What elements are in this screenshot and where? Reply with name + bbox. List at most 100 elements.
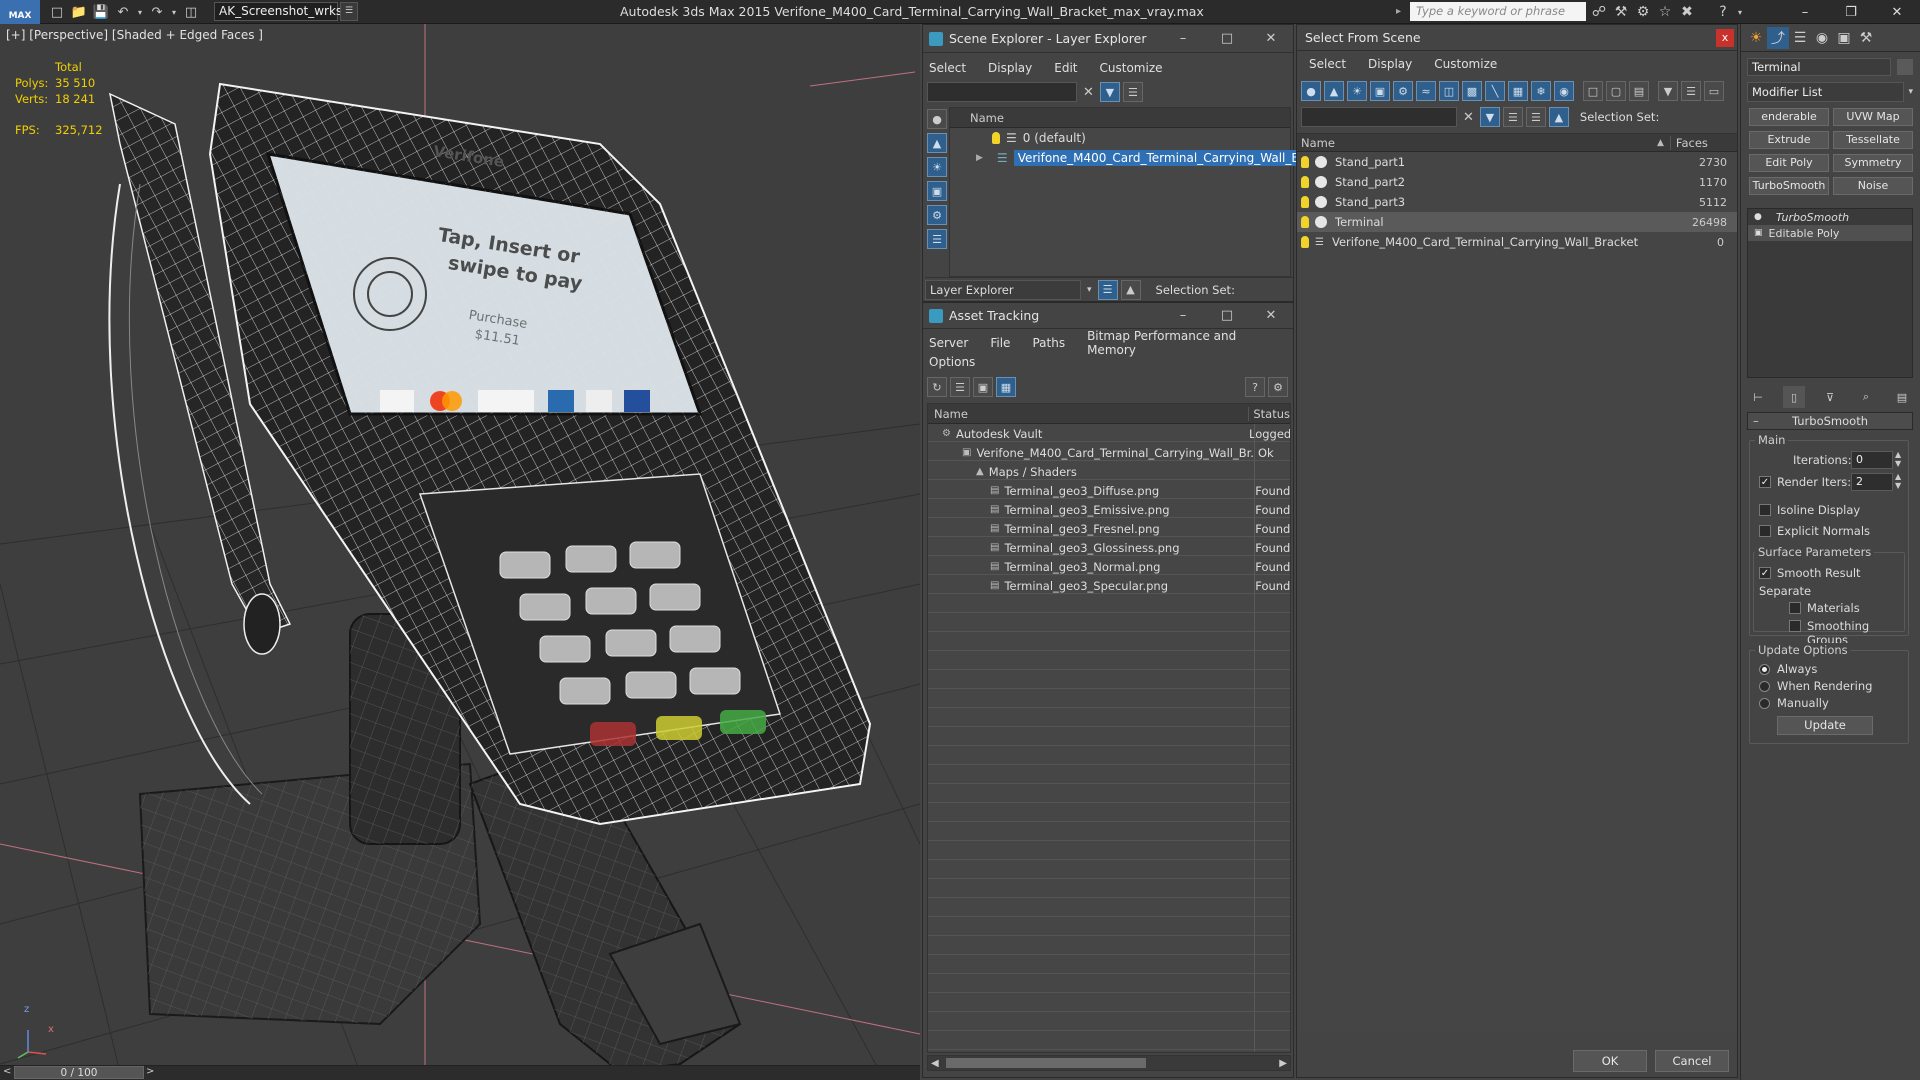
perspective-viewport[interactable]: Verifone Tap, Insert or swipe to pay Pur…	[0, 24, 920, 1072]
sfs-layers-icon[interactable]: ☰	[1502, 107, 1523, 127]
se-menu-select[interactable]: Select	[929, 61, 966, 75]
uvw-map-button[interactable]: UVW Map	[1833, 108, 1913, 126]
at-thumbnail-icon[interactable]: ▣	[973, 377, 993, 397]
sfs-col-faces[interactable]: Faces	[1670, 136, 1708, 150]
sfs-funnel-icon[interactable]: ▼	[1658, 81, 1678, 101]
asset-row[interactable]: ▤ Terminal_geo3_Specular.png Found	[928, 576, 1290, 595]
modify-tab-icon[interactable]: ⤴	[1767, 26, 1789, 49]
scroll-right-icon[interactable]: ▶	[1276, 1058, 1290, 1069]
se-clear-icon[interactable]: ✕	[1083, 85, 1094, 100]
at-scroll-thumb[interactable]	[945, 1058, 1146, 1068]
asset-row[interactable]: ▤ Terminal_geo3_Emissive.png Found	[928, 500, 1290, 519]
asset-row[interactable]: ▤ Terminal_geo3_Fresnel.png Found	[928, 519, 1290, 538]
at-menu-bitmap[interactable]: Bitmap Performance and Memory	[1087, 329, 1271, 357]
favorites-icon[interactable]: ☆	[1654, 1, 1676, 23]
filter-groups-icon[interactable]: ◫	[1439, 81, 1459, 101]
at-menu-options[interactable]: Options	[929, 355, 975, 369]
se-sort-layers-icon[interactable]: ☰	[1097, 279, 1118, 300]
smoothing-groups-checkbox[interactable]	[1789, 620, 1801, 632]
scene-explorer-titlebar[interactable]: Scene Explorer - Layer Explorer – □ ✕	[923, 25, 1293, 53]
viewport-label[interactable]: [+] [Perspective] [Shaded + Edged Faces …	[6, 28, 263, 42]
noise-button[interactable]: Noise	[1833, 177, 1913, 195]
symmetry-button[interactable]: Symmetry	[1833, 154, 1913, 172]
se-menu-edit[interactable]: Edit	[1054, 61, 1077, 75]
sfs-titlebar[interactable]: Select From Scene x	[1297, 25, 1737, 51]
sfs-ok-button[interactable]: OK	[1573, 1050, 1647, 1072]
se-minimize-icon[interactable]: –	[1161, 31, 1205, 46]
collapse-icon[interactable]: –	[1753, 414, 1759, 428]
stack-item-turbosmooth[interactable]: ● TurboSmooth	[1748, 209, 1912, 225]
select-none-icon[interactable]: ▢	[1606, 81, 1626, 101]
se-hierarchy-icon[interactable]: ▲	[1120, 279, 1141, 300]
se-search-input[interactable]	[927, 82, 1077, 102]
sfs-search-input[interactable]	[1301, 107, 1457, 127]
sort-asc-icon[interactable]: ▲	[1657, 138, 1664, 148]
turbosmooth-button[interactable]: TurboSmooth	[1749, 177, 1829, 195]
filter-cameras-icon[interactable]: ▣	[1370, 81, 1390, 101]
edit-poly-button[interactable]: Edit Poly	[1749, 154, 1829, 172]
at-table-icon[interactable]: ▦	[996, 377, 1016, 397]
se-filter-icon[interactable]: ▼	[1099, 82, 1120, 102]
renderable-spline-button[interactable]: enderable Spli	[1749, 108, 1829, 126]
time-prev-button[interactable]: <	[3, 1066, 11, 1077]
workspace-dropdown-icon[interactable]: ☰	[340, 2, 358, 21]
lightbulb-icon[interactable]: ●	[1754, 212, 1762, 222]
iterations-spinner[interactable]: 0	[1851, 451, 1893, 469]
se-display-lights-icon[interactable]: ☀	[927, 157, 947, 177]
scene-object-row[interactable]: Stand_part1 2730	[1297, 152, 1737, 172]
pin-stack-icon[interactable]: ⊢	[1747, 386, 1769, 408]
redo-icon[interactable]: ↷	[146, 2, 168, 22]
filter-hidden-icon[interactable]: ◉	[1554, 81, 1574, 101]
dropdown-arrow-icon[interactable]: ▾	[1087, 285, 1092, 295]
at-col-status[interactable]: Status	[1249, 407, 1290, 421]
at-menu-server[interactable]: Server	[929, 336, 968, 350]
manually-radio[interactable]	[1759, 698, 1770, 709]
asset-tracking-titlebar[interactable]: Asset Tracking – □ ✕	[923, 303, 1293, 329]
spinner-arrows-icon[interactable]: ▲ ▼	[1895, 450, 1901, 468]
object-color-swatch[interactable]	[1897, 59, 1913, 75]
render-iters-checkbox[interactable]: ✓	[1759, 476, 1771, 488]
asset-row[interactable]: ▤ Terminal_geo3_Glossiness.png Found	[928, 538, 1290, 557]
filter-lights-icon[interactable]: ☀	[1347, 81, 1367, 101]
object-name-field[interactable]: Terminal	[1747, 58, 1891, 76]
close-icon[interactable]: ✕	[1874, 0, 1920, 24]
extrude-button[interactable]: Extrude	[1749, 131, 1829, 149]
filter-shapes-icon[interactable]: ▲	[1324, 81, 1344, 101]
sfs-menu-customize[interactable]: Customize	[1434, 57, 1497, 71]
undo-icon[interactable]: ↶	[112, 2, 134, 22]
expand-plus-icon[interactable]: ▣	[1754, 228, 1763, 238]
select-all-icon[interactable]: □	[1583, 81, 1603, 101]
asset-row[interactable]: ▤ Terminal_geo3_Normal.png Found	[928, 557, 1290, 576]
filter-helpers-icon[interactable]: ⚙	[1393, 81, 1413, 101]
sfs-hierarchy-icon[interactable]: ☰	[1681, 81, 1701, 101]
always-radio[interactable]	[1759, 664, 1770, 675]
filter-geometry-icon[interactable]: ●	[1301, 81, 1321, 101]
se-row-bracket-layer[interactable]: ▶ ☰ Verifone_M400_Card_Terminal_Carrying…	[950, 148, 1342, 168]
scroll-left-icon[interactable]: ◀	[928, 1058, 942, 1069]
visibility-bulb-icon[interactable]	[1301, 196, 1309, 208]
exchange-icon[interactable]: ✖	[1676, 1, 1698, 23]
se-display-shapes-icon[interactable]: ▲	[927, 133, 947, 153]
dropdown-arrow-icon[interactable]: ▾	[1908, 87, 1913, 97]
create-tab-icon[interactable]: ☀	[1745, 27, 1767, 49]
help-search-input[interactable]: Type a keyword or phrase	[1410, 2, 1586, 21]
select-invert-icon[interactable]: ▤	[1629, 81, 1649, 101]
at-help-icon[interactable]: ?	[1245, 377, 1265, 397]
visibility-bulb-icon[interactable]	[1301, 176, 1309, 188]
filter-bones-icon[interactable]: ╲	[1485, 81, 1505, 101]
undo-dropdown-icon[interactable]: ▾	[134, 2, 146, 22]
remove-modifier-icon[interactable]: ⌕	[1855, 386, 1877, 408]
filter-containers-icon[interactable]: ▦	[1508, 81, 1528, 101]
se-display-all-icon[interactable]: ☰	[927, 229, 947, 249]
scene-object-row[interactable]: Terminal 26498	[1297, 212, 1737, 232]
minimize-icon[interactable]: –	[1782, 0, 1828, 24]
sfs-sort-icon[interactable]: ☰	[1525, 107, 1546, 127]
se-display-geometry-icon[interactable]: ●	[927, 109, 947, 129]
app-logo[interactable]: MAX	[0, 0, 40, 24]
utilities-tab-icon[interactable]: ⚒	[1855, 27, 1877, 49]
filter-xrefs-icon[interactable]: ▩	[1462, 81, 1482, 101]
time-slider[interactable]: 0 / 100	[14, 1066, 144, 1079]
smooth-result-checkbox[interactable]: ✓	[1759, 567, 1771, 579]
at-col-name[interactable]: Name	[928, 406, 1250, 421]
modifier-list-dropdown[interactable]: Modifier List	[1747, 82, 1905, 102]
